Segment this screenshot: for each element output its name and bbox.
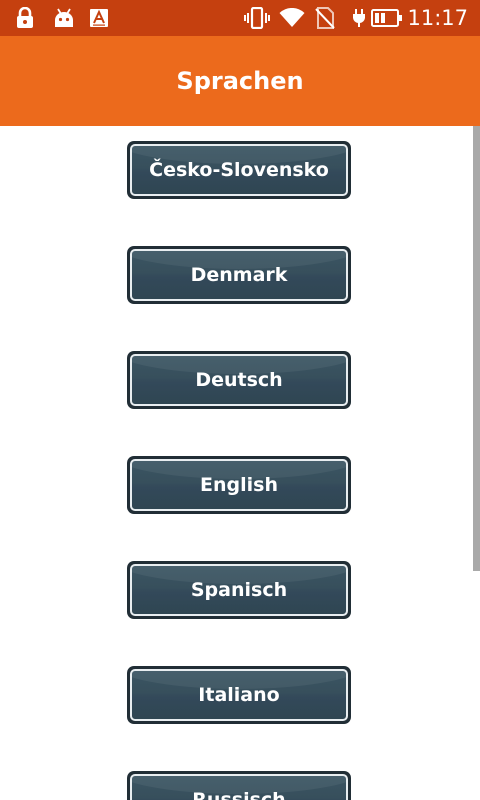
language-button-face: Italiano [130, 669, 348, 721]
battery-icon [371, 6, 403, 30]
language-list[interactable]: Česko-Slovensko Denmark Deutsch English … [0, 126, 480, 800]
language-button-face: English [130, 459, 348, 511]
language-button-denmark[interactable]: Denmark [127, 246, 351, 304]
language-button-deutsch[interactable]: Deutsch [127, 351, 351, 409]
language-button-english[interactable]: English [127, 456, 351, 514]
language-button-spanisch[interactable]: Spanisch [127, 561, 351, 619]
status-time: 11:17 [407, 6, 468, 30]
charging-icon [350, 6, 368, 30]
language-button-label: English [200, 474, 278, 496]
language-button-label: Denmark [190, 264, 288, 286]
app-bar: Sprachen [0, 36, 480, 126]
language-button-face: Denmark [130, 249, 348, 301]
page-title: Sprachen [176, 67, 304, 95]
language-button-label: Spanisch [190, 579, 288, 601]
language-button-cesko-slovensko[interactable]: Česko-Slovensko [127, 141, 351, 199]
wifi-icon [278, 6, 306, 30]
language-button-face: Russisch [130, 774, 348, 800]
scrollbar[interactable] [473, 126, 480, 571]
language-button-italiano[interactable]: Italiano [127, 666, 351, 724]
language-button-label: Česko-Slovensko [149, 159, 329, 181]
lock-icon [14, 6, 36, 30]
text-a-icon [89, 6, 109, 30]
language-button-label: Deutsch [195, 369, 283, 391]
screen: 11:17 Sprachen Česko-Slovensko Denmark D… [0, 0, 480, 800]
language-button-face: Spanisch [130, 564, 348, 616]
language-button-label: Russisch [192, 789, 286, 800]
language-button-label: Italiano [198, 684, 280, 706]
vibrate-icon [242, 6, 272, 30]
status-bar: 11:17 [0, 0, 480, 36]
android-debug-icon [52, 6, 76, 30]
language-button-face: Deutsch [130, 354, 348, 406]
language-button-russisch[interactable]: Russisch [127, 771, 351, 800]
no-sim-icon [313, 6, 337, 30]
language-button-face: Česko-Slovensko [130, 144, 348, 196]
